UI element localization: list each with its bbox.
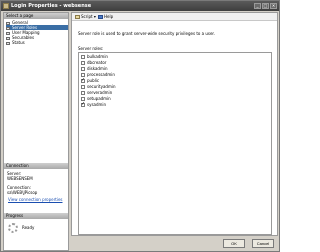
login-properties-window: Login Properties - websense _ □ ✕ Select… (0, 0, 280, 252)
role-checkbox[interactable] (81, 91, 85, 95)
window-title: Login Properties - websense (11, 3, 92, 9)
role-checkbox[interactable] (81, 85, 85, 89)
role-checkbox[interactable] (81, 55, 85, 59)
role-label: serveradmin (87, 90, 113, 95)
role-label: setupadmin (87, 96, 111, 101)
help-button[interactable]: Help (98, 14, 113, 20)
role-row-sysadmin[interactable]: sysadmin (81, 102, 181, 108)
role-checkbox[interactable] (81, 61, 85, 65)
role-checkbox[interactable] (81, 102, 85, 107)
progress-header: Progress (4, 213, 68, 219)
right-pane: Script ▾ Help Server role is used to gra… (71, 12, 278, 236)
role-checkbox[interactable] (81, 78, 85, 83)
script-label: Script (81, 14, 93, 19)
script-button[interactable]: Script ▾ (75, 14, 96, 20)
chevron-down-icon: ▾ (93, 14, 96, 19)
progress-status: Ready (22, 225, 35, 230)
select-page-header: Select a page (4, 13, 68, 19)
role-label: sysadmin (87, 102, 107, 107)
role-label: diskadmin (87, 66, 108, 71)
server-role-description: Server role is used to grant server-wide… (78, 31, 215, 36)
window-icon (3, 3, 9, 9)
server-value: WEBSENSEM (7, 176, 33, 181)
role-label: public (87, 78, 100, 83)
maximize-button[interactable]: □ (262, 3, 269, 9)
role-label: bulkadmin (87, 54, 108, 59)
toolbar: Script ▾ Help (72, 13, 277, 21)
progress-spinner-icon (8, 223, 18, 233)
left-pane: Select a page General Server Roles User … (3, 12, 69, 251)
view-connection-properties-link[interactable]: View connection properties (8, 197, 63, 202)
page-item-status[interactable]: Status (6, 40, 68, 45)
role-label: securityadmin (87, 84, 116, 89)
close-button[interactable]: ✕ (270, 3, 277, 9)
page-icon (6, 41, 10, 45)
title-bar[interactable]: Login Properties - websense _ □ ✕ (1, 1, 279, 11)
role-checkbox[interactable] (81, 67, 85, 71)
server-roles-list: bulkadmin dbcreator diskadmin processadm… (78, 52, 272, 235)
page-item-label: Status (12, 40, 25, 45)
script-icon (75, 15, 80, 19)
server-roles-label: Server roles: (78, 46, 104, 51)
role-label: dbcreator (87, 60, 107, 65)
connection-value: sa\WEB\JPicsop (7, 190, 38, 195)
connection-header: Connection (4, 163, 68, 169)
help-label: Help (104, 14, 114, 19)
role-label: processadmin (87, 72, 115, 77)
ok-button[interactable]: OK (223, 239, 245, 248)
minimize-button[interactable]: _ (254, 3, 261, 9)
cancel-button[interactable]: Cancel (252, 239, 274, 248)
help-icon (98, 15, 103, 19)
